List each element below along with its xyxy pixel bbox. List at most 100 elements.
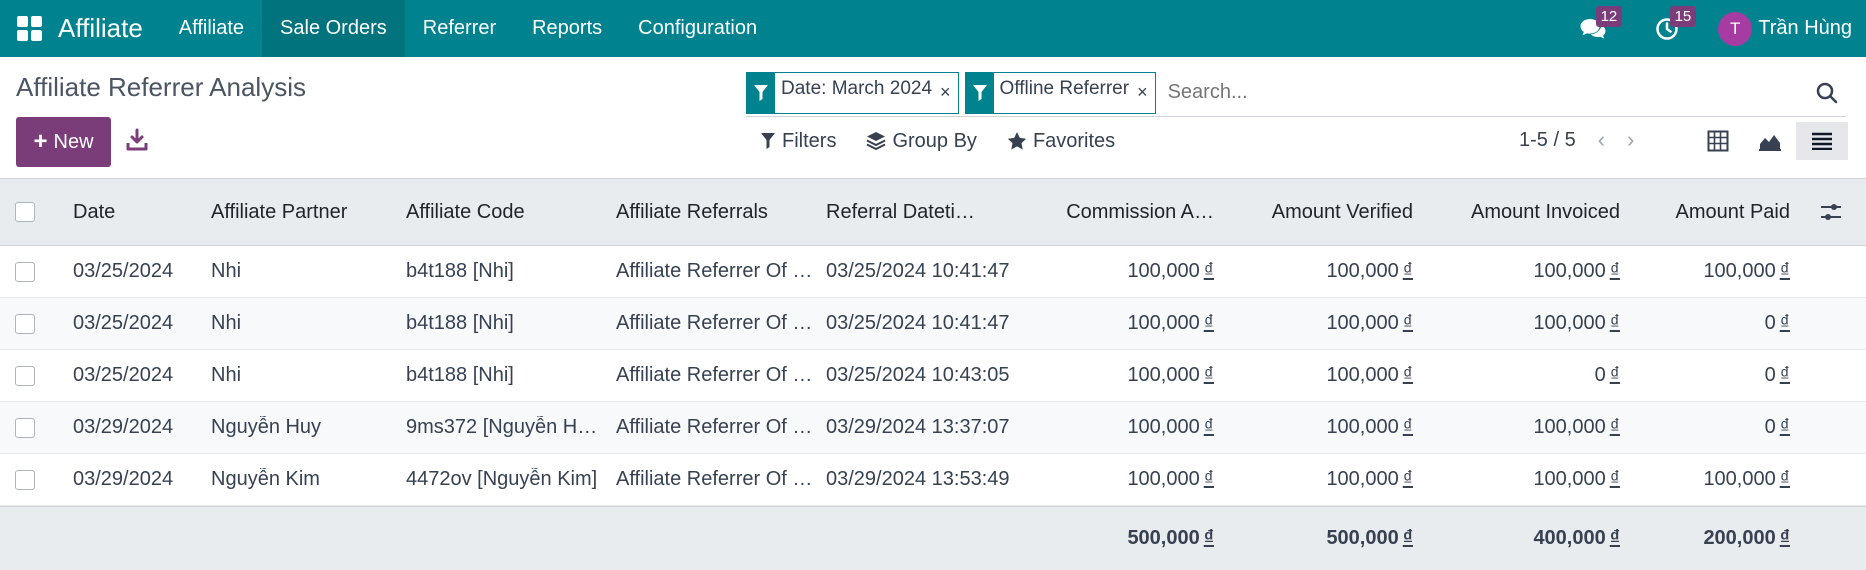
page-title: Affiliate Referrer Analysis — [16, 72, 306, 102]
cell-commission: 100,000 ₫ — [1127, 260, 1214, 282]
messages-button[interactable]: 12 — [1556, 0, 1630, 57]
table-body: 03/25/2024 Nhi b4t188 [Nhi] Affiliate Re… — [0, 246, 1866, 506]
cell-referral-datetime: 03/25/2024 10:41:47 — [826, 312, 1010, 334]
cell-date: 03/25/2024 — [73, 312, 174, 334]
app-brand[interactable]: Affiliate — [58, 13, 161, 44]
pager-value[interactable]: 1-5 / 5 — [1519, 129, 1576, 152]
cell-partner: Nguyễn Huy — [211, 416, 322, 438]
row-checkbox[interactable] — [0, 260, 62, 283]
cell-paid: 0 ₫ — [1764, 312, 1790, 334]
new-button[interactable]: + New — [16, 117, 111, 167]
cell-partner: Nguyễn Kim — [211, 468, 320, 490]
cell-code: b4t188 [Nhi] — [406, 364, 514, 386]
menu-affiliate[interactable]: Affiliate — [161, 0, 262, 57]
close-icon[interactable]: × — [1135, 82, 1155, 103]
area-chart-icon — [1759, 135, 1781, 151]
search-input[interactable] — [1161, 72, 1812, 113]
close-icon[interactable]: × — [938, 82, 958, 103]
table-row[interactable]: 03/25/2024 Nhi b4t188 [Nhi] Affiliate Re… — [0, 246, 1866, 298]
menu-configuration[interactable]: Configuration — [620, 0, 775, 57]
column-header-code[interactable]: Affiliate Code — [395, 201, 605, 224]
layers-icon — [867, 132, 886, 151]
column-header-commission[interactable]: Commission A… — [1030, 201, 1230, 224]
cell-commission: 100,000 ₫ — [1127, 416, 1214, 438]
row-checkbox[interactable] — [0, 416, 62, 439]
new-button-label: New — [53, 130, 94, 153]
chevron-right-icon[interactable]: › — [1627, 127, 1634, 153]
cell-date: 03/25/2024 — [73, 260, 174, 282]
search-icon[interactable] — [1812, 78, 1842, 108]
cell-paid: 100,000 ₫ — [1703, 260, 1790, 282]
search-options: Filters Group By Favorites — [760, 124, 1145, 158]
download-icon[interactable] — [126, 128, 148, 154]
messages-count-badge: 12 — [1595, 6, 1623, 27]
cell-date: 03/25/2024 — [73, 364, 174, 386]
cell-verified: 100,000 ₫ — [1326, 468, 1413, 490]
cell-paid: 0 ₫ — [1764, 416, 1790, 438]
table-header: Date Affiliate Partner Affiliate Code Af… — [0, 178, 1866, 246]
cell-partner: Nhi — [211, 312, 242, 334]
total-paid: 200,000 ₫ — [1703, 527, 1790, 549]
facet-date-label: Date: March 2024 — [781, 77, 933, 99]
chevron-left-icon[interactable]: ‹ — [1598, 127, 1605, 153]
cell-date: 03/29/2024 — [73, 416, 174, 438]
filters-label: Filters — [782, 129, 837, 152]
graph-view-button[interactable] — [1744, 122, 1796, 160]
column-header-invoiced[interactable]: Amount Invoiced — [1429, 201, 1636, 224]
total-commission: 500,000 ₫ — [1127, 527, 1214, 549]
column-header-partner[interactable]: Affiliate Partner — [200, 201, 395, 224]
cell-paid: 100,000 ₫ — [1703, 468, 1790, 490]
cell-invoiced: 0 ₫ — [1594, 364, 1620, 386]
column-header-paid[interactable]: Amount Paid — [1636, 201, 1806, 224]
cell-date: 03/29/2024 — [73, 468, 174, 490]
cell-commission: 100,000 ₫ — [1127, 468, 1214, 490]
select-all-checkbox[interactable] — [0, 201, 62, 224]
column-header-referrals[interactable]: Affiliate Referrals — [605, 201, 815, 224]
optional-columns-icon[interactable] — [1806, 203, 1856, 221]
table-row[interactable]: 03/25/2024 Nhi b4t188 [Nhi] Affiliate Re… — [0, 298, 1866, 350]
top-navbar: Affiliate Affiliate Sale Orders Referrer… — [0, 0, 1866, 57]
cell-invoiced: 100,000 ₫ — [1533, 260, 1620, 282]
table-row[interactable]: 03/29/2024 Nguyễn Huy 9ms372 [Nguyễn H… … — [0, 402, 1866, 454]
menu-reports[interactable]: Reports — [514, 0, 620, 57]
cell-referral-datetime: 03/25/2024 10:43:05 — [826, 364, 1010, 386]
filters-button[interactable]: Filters — [760, 130, 836, 153]
group-by-label: Group By — [892, 129, 977, 152]
pivot-view-button[interactable] — [1692, 122, 1744, 160]
cell-referral-datetime: 03/29/2024 13:37:07 — [826, 416, 1010, 438]
menu-referrer[interactable]: Referrer — [405, 0, 514, 57]
avatar: T — [1718, 11, 1753, 46]
table-row[interactable]: 03/25/2024 Nhi b4t188 [Nhi] Affiliate Re… — [0, 350, 1866, 402]
cell-verified: 100,000 ₫ — [1326, 312, 1413, 334]
cell-referral-datetime: 03/29/2024 13:53:49 — [826, 468, 1010, 490]
filter-icon — [761, 133, 775, 149]
column-header-referral-datetime[interactable]: Referral Dateti… — [815, 201, 1030, 224]
table-icon — [1707, 130, 1729, 152]
cell-commission: 100,000 ₫ — [1127, 364, 1214, 386]
list-view-button[interactable] — [1796, 122, 1848, 160]
cell-invoiced: 100,000 ₫ — [1533, 468, 1620, 490]
column-header-verified[interactable]: Amount Verified — [1230, 201, 1429, 224]
cell-referrals: Affiliate Referrer Of … — [616, 468, 813, 490]
table-footer-totals: 500,000 ₫ 500,000 ₫ 400,000 ₫ 200,000 ₫ — [0, 506, 1866, 570]
facet-date: Date: March 2024 × — [746, 71, 959, 114]
menu-sale-orders[interactable]: Sale Orders — [262, 0, 405, 57]
cell-paid: 0 ₫ — [1764, 364, 1790, 386]
filter-icon — [747, 71, 775, 114]
favorites-label: Favorites — [1032, 129, 1116, 152]
apps-menu-icon[interactable] — [0, 0, 58, 57]
table-row[interactable]: 03/29/2024 Nguyễn Kim 4472ov [Nguyễn Kim… — [0, 454, 1866, 506]
column-header-date[interactable]: Date — [62, 201, 200, 224]
cell-referrals: Affiliate Referrer Of … — [616, 364, 813, 386]
pager: 1-5 / 5 ‹ › — [1519, 127, 1634, 153]
group-by-button[interactable]: Group By — [866, 129, 977, 153]
activities-button[interactable]: 15 — [1630, 0, 1704, 57]
plus-icon: + — [33, 128, 48, 155]
facet-offline-referrer: Offline Referrer × — [964, 71, 1156, 114]
row-checkbox[interactable] — [0, 312, 62, 335]
view-switcher — [1692, 122, 1848, 160]
user-menu[interactable]: T Trần Hùng — [1704, 11, 1866, 46]
favorites-button[interactable]: Favorites — [1007, 130, 1115, 153]
row-checkbox[interactable] — [0, 468, 62, 491]
row-checkbox[interactable] — [0, 364, 62, 387]
